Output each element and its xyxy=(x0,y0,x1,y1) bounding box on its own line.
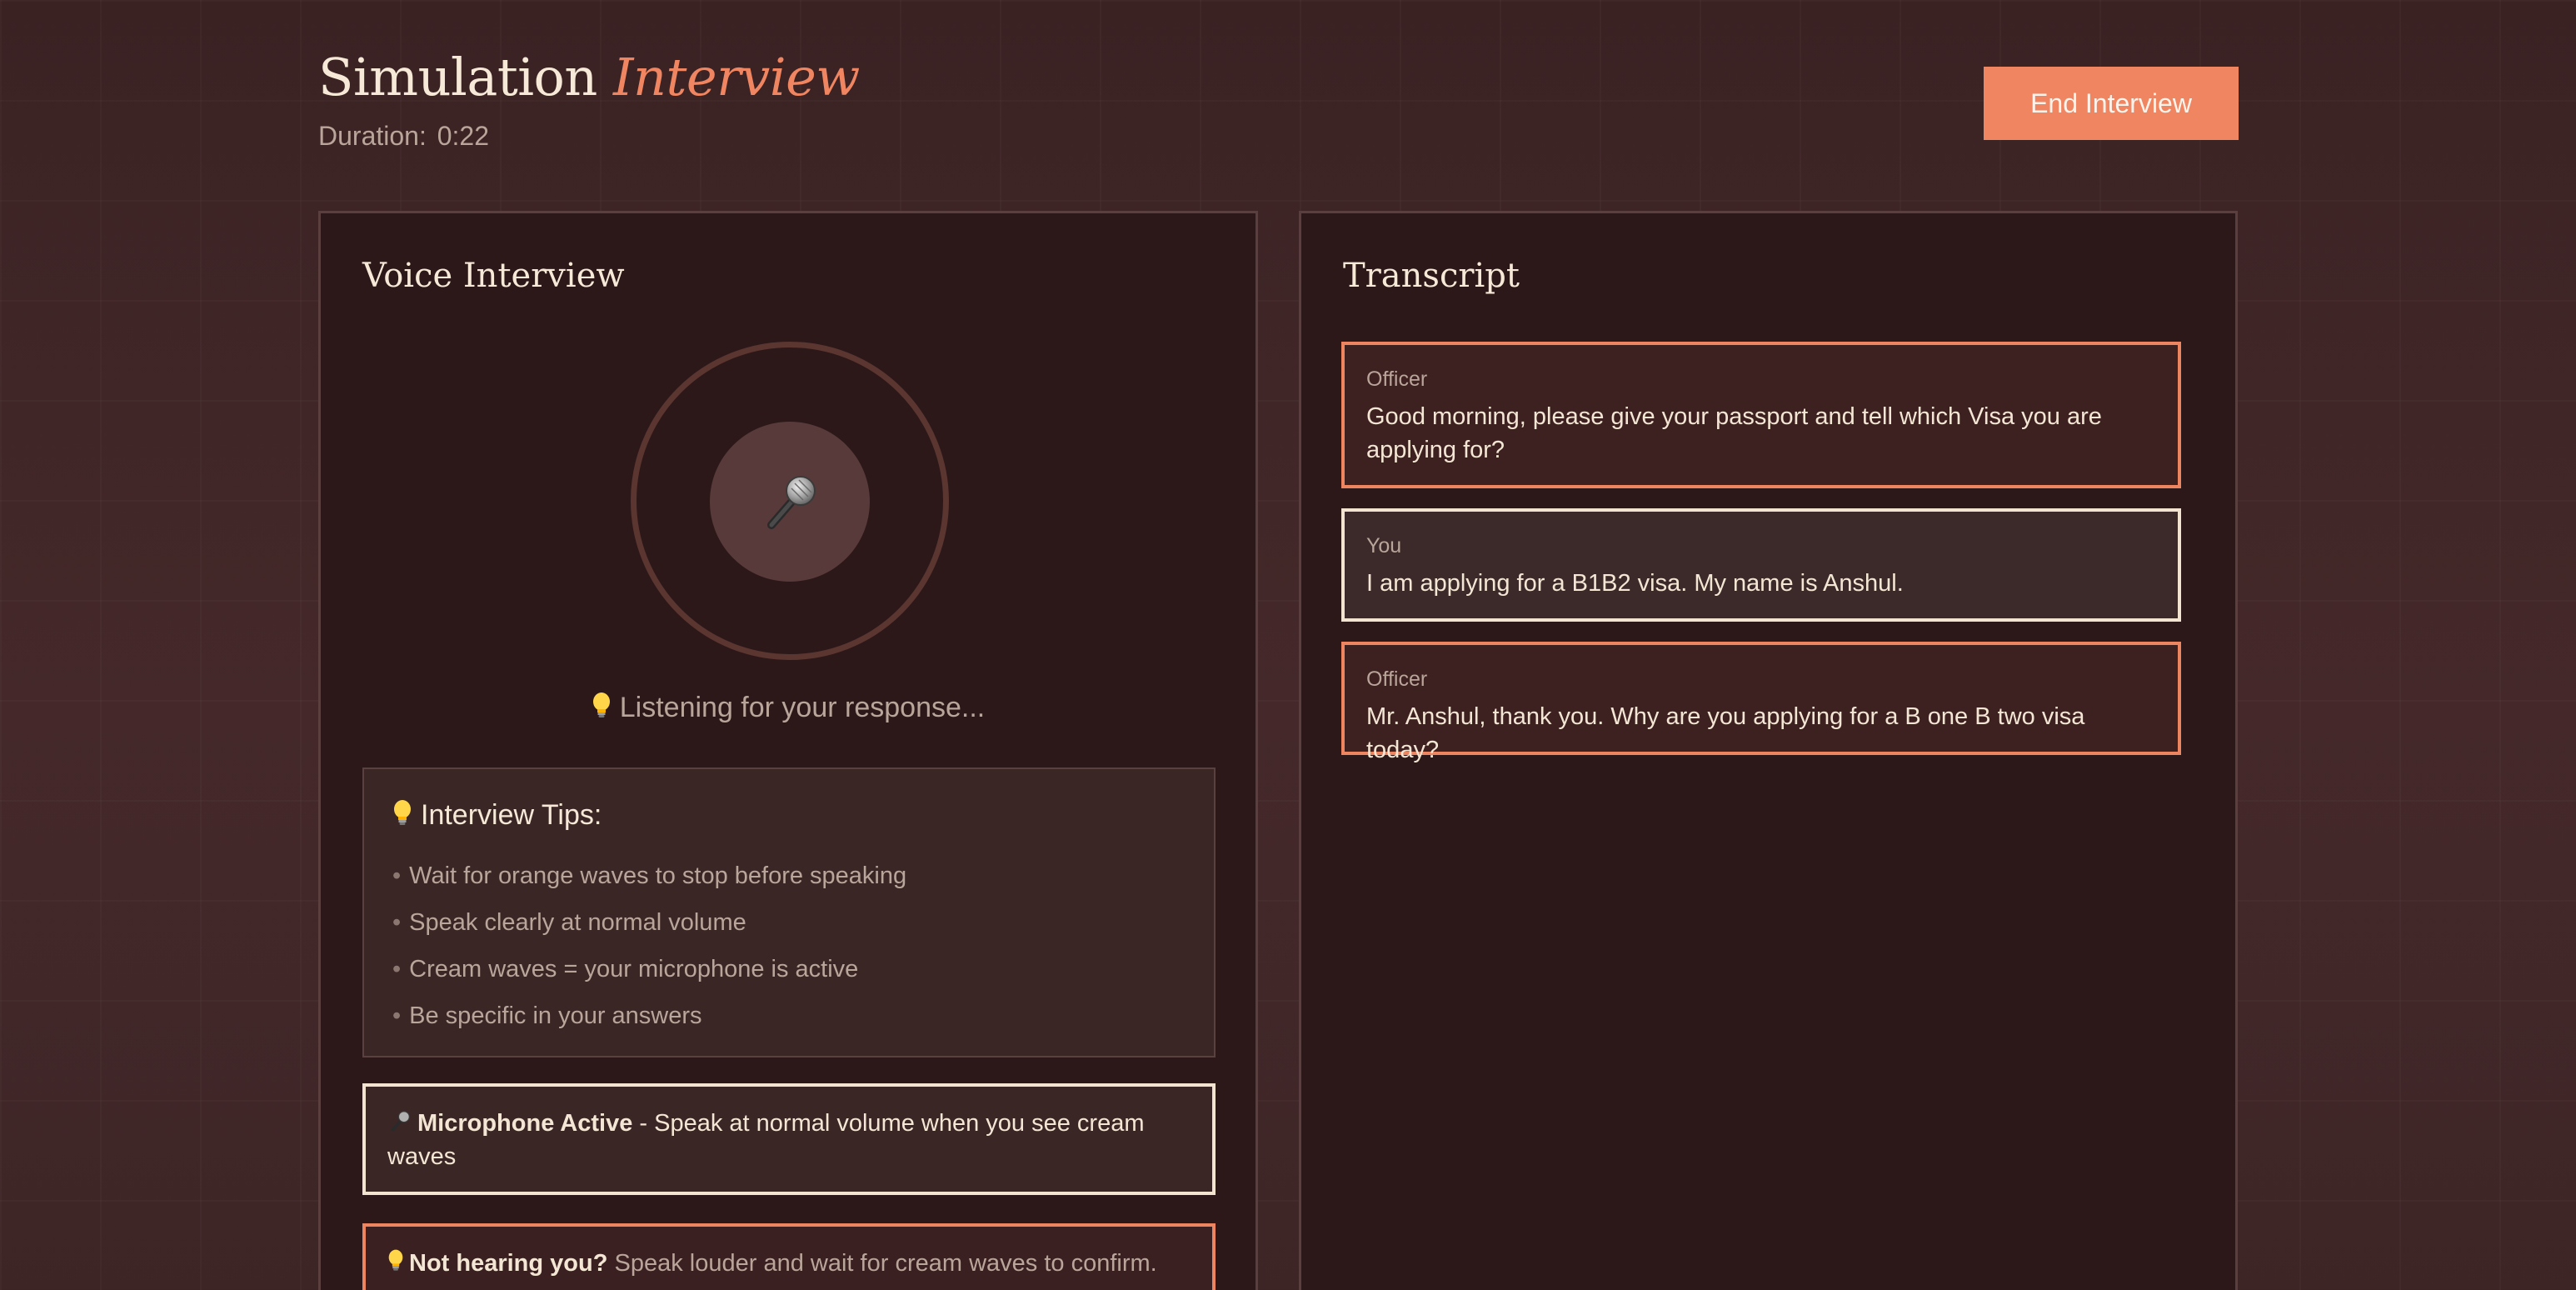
message-speaker: Officer xyxy=(1366,668,1428,691)
page-title-main: Simulation xyxy=(318,47,597,108)
voice-interview-panel: Voice Interview Listening for your respo… xyxy=(318,211,1258,1290)
tip-item: • Speak clearly at normal volume xyxy=(392,909,746,936)
listening-status: Listening for your response... xyxy=(321,692,1256,724)
microphone-icon xyxy=(391,1111,410,1132)
tip-item: • Be specific in your answers xyxy=(392,1002,702,1029)
message-text: Mr. Anshul, thank you. Why are you apply… xyxy=(1366,703,2085,763)
microphone-active-title: Microphone Active xyxy=(417,1110,633,1137)
duration-label: Duration: xyxy=(318,121,427,151)
transcript-message-officer: Officer Mr. Anshul, thank you. Why are y… xyxy=(1341,642,2181,763)
listening-status-text: Listening for your response... xyxy=(619,692,986,723)
interview-tips-box: Interview Tips: • Wait for orange waves t… xyxy=(362,768,1216,1058)
message-speaker: Officer xyxy=(1366,368,1428,391)
not-hearing-notice: Not hearing you? Speak louder and wait f… xyxy=(362,1223,1216,1290)
tip-text: Speak clearly at normal volume xyxy=(409,909,746,936)
transcript-message-officer: Officer Good morning, please give your p… xyxy=(1341,342,2181,488)
tip-text: Wait for orange waves to stop before spe… xyxy=(409,862,907,889)
tip-item: • Cream waves = your microphone is active xyxy=(392,956,859,982)
microphone-button[interactable] xyxy=(710,422,870,582)
message-speaker: You xyxy=(1366,534,1402,558)
page-title-accent: Interview xyxy=(613,47,860,108)
transcript-message-you: You I am applying for a B1B2 visa. My na… xyxy=(1341,508,2181,622)
lightbulb-icon xyxy=(388,1249,403,1271)
microphone-icon xyxy=(767,476,816,529)
message-text: Good morning, please give your passport … xyxy=(1366,403,2102,463)
lightbulb-icon xyxy=(394,800,411,825)
duration-display: Duration: 0:22 xyxy=(318,121,489,152)
lightbulb-icon xyxy=(592,692,610,718)
tips-title: Interview Tips: xyxy=(392,799,602,832)
tip-item: • Wait for orange waves to stop before sp… xyxy=(392,862,907,889)
not-hearing-title: Not hearing you? xyxy=(409,1250,608,1277)
tips-list: • Wait for orange waves to stop before sp… xyxy=(392,859,906,1046)
not-hearing-text: Speak louder and wait for cream waves to… xyxy=(614,1250,1157,1277)
message-text: I am applying for a B1B2 visa. My name i… xyxy=(1366,570,1904,597)
tip-text: Cream waves = your microphone is active xyxy=(409,956,859,982)
microphone-active-notice: Microphone Active - Speak at normal volu… xyxy=(362,1083,1216,1195)
voice-interview-title: Voice Interview xyxy=(362,257,625,295)
page-title: Simulation Interview xyxy=(318,47,860,108)
transcript-panel: Transcript Officer Good morning, please … xyxy=(1299,211,2238,1290)
end-interview-button[interactable]: End Interview xyxy=(1984,67,2239,140)
tips-title-text: Interview Tips: xyxy=(421,799,602,831)
duration-value: 0:22 xyxy=(437,121,490,151)
tip-text: Be specific in your answers xyxy=(409,1002,702,1029)
transcript-title: Transcript xyxy=(1343,257,1520,295)
